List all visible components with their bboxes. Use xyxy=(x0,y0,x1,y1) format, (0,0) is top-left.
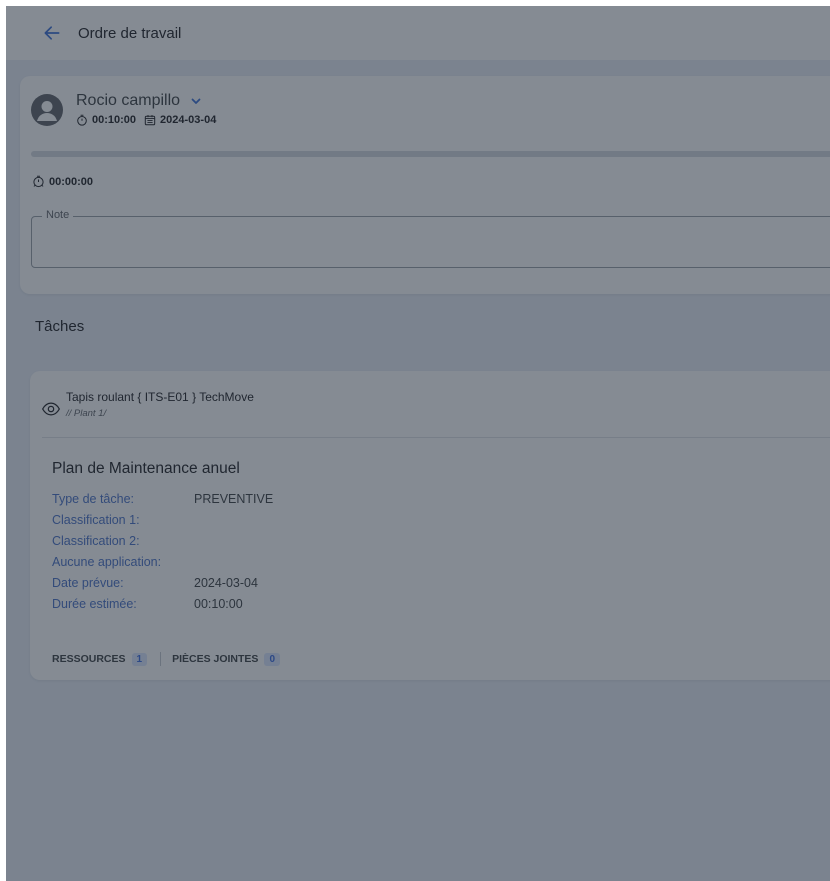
back-button[interactable] xyxy=(40,21,64,45)
calendar-icon xyxy=(144,115,156,126)
assignment-meta: 00:10:00 2024-03-04 xyxy=(76,114,216,126)
assignee-name: Rocio campillo xyxy=(76,92,181,109)
detail-label: Aucune application: xyxy=(52,554,162,569)
note-field[interactable]: Note xyxy=(31,209,830,268)
detail-label: Classification 1: xyxy=(52,512,140,527)
asset-name-link[interactable]: Tapis roulant { ITS-E01 } TechMove xyxy=(66,390,254,404)
page-title: Ordre de travail xyxy=(78,24,182,42)
detail-value: 00:10:00 xyxy=(194,596,243,611)
elapsed-time: 00:00:00 xyxy=(49,175,94,188)
count-badge: 1 xyxy=(131,652,148,666)
detail-label: Durée estimée: xyxy=(52,596,137,611)
maintenance-plan-title: Plan de Maintenance anuel xyxy=(52,460,240,477)
asset-location-path: // Plant 1/ xyxy=(66,408,107,419)
detail-label: Classification 2: xyxy=(52,533,140,548)
detail-value: 2024-03-04 xyxy=(194,575,258,590)
arrow-left-icon xyxy=(44,26,60,40)
tab-label: PIÈCES JOINTES xyxy=(172,653,259,665)
planned-date: 2024-03-04 xyxy=(160,114,217,126)
detail-row: Type de tâche: PREVENTIVE xyxy=(52,488,273,509)
app-window: Ordre de travail Rocio campillo 00:10:00 xyxy=(6,6,830,881)
assignment-card: Rocio campillo 00:10:00 2024-03-04 00:00… xyxy=(20,76,830,294)
detail-label: Type de tâche: xyxy=(52,491,135,506)
tasks-section-title: Tâches xyxy=(35,318,85,335)
progress-bar xyxy=(31,151,830,157)
elapsed-time-row: 00:00:00 xyxy=(32,175,93,188)
count-badge: 0 xyxy=(264,652,280,666)
detail-row: Durée estimée: 00:10:00 xyxy=(52,593,273,614)
timer-sync-icon xyxy=(33,175,44,188)
tab-attachments[interactable]: PIÈCES JOINTES 0 xyxy=(172,652,280,666)
timer-icon xyxy=(77,114,87,126)
planned-duration: 00:10:00 xyxy=(92,114,137,126)
tab-label: RESSOURCES xyxy=(52,653,126,665)
task-card: Tapis roulant { ITS-E01 } TechMove // Pl… xyxy=(30,371,830,680)
tab-divider xyxy=(160,652,162,666)
detail-row: Classification 2: xyxy=(52,530,273,551)
tab-resources[interactable]: RESSOURCES 1 xyxy=(52,652,148,666)
detail-row: Date prévue: 2024-03-04 xyxy=(52,572,273,593)
expand-assignee-button[interactable] xyxy=(190,95,202,107)
assignee-row: Rocio campillo xyxy=(76,92,202,110)
task-details: Type de tâche: PREVENTIVE Classification… xyxy=(52,488,273,614)
chevron-down-icon xyxy=(191,98,201,104)
note-label: Note xyxy=(42,209,74,221)
divider xyxy=(42,437,830,438)
detail-row: Classification 1: xyxy=(52,509,273,530)
detail-row: Aucune application: xyxy=(52,551,273,572)
view-asset-button[interactable] xyxy=(40,398,62,420)
detail-label: Date prévue: xyxy=(52,575,124,590)
eye-icon xyxy=(41,402,61,416)
top-app-bar: Ordre de travail xyxy=(6,6,830,60)
avatar xyxy=(31,94,63,126)
task-footer-tabs: RESSOURCES 1 PIÈCES JOINTES 0 xyxy=(52,652,280,666)
person-icon xyxy=(37,101,57,121)
detail-value: PREVENTIVE xyxy=(194,491,274,506)
